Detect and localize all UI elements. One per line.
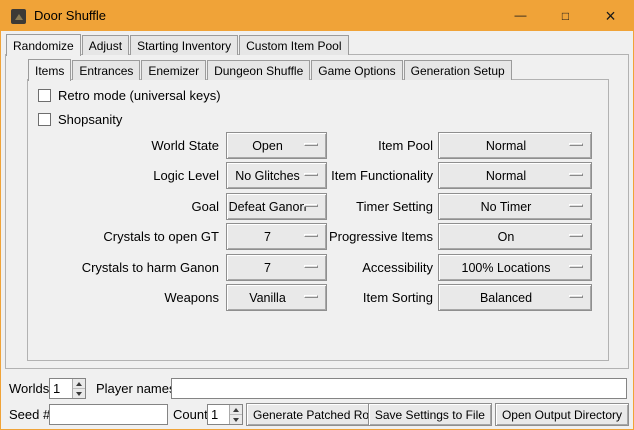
weapons-label: Weapons (31, 284, 219, 311)
player-names-label: Player names (96, 378, 175, 399)
retro-mode-row: Retro mode (universal keys) (38, 88, 221, 103)
dropdown-value: Normal (482, 169, 548, 183)
shopsanity-label: Shopsanity (58, 112, 122, 127)
tab-adjust[interactable]: Adjust (82, 35, 129, 55)
timer-setting-label: Timer Setting (301, 193, 433, 220)
item-pool-dropdown[interactable]: Normal (438, 132, 592, 159)
shopsanity-row: Shopsanity (38, 112, 122, 127)
count-spinbox[interactable]: 1 (207, 404, 243, 425)
item-functionality-label: Item Functionality (301, 162, 433, 189)
item-functionality-dropdown[interactable]: Normal (438, 162, 592, 189)
spin-up-icon (233, 408, 239, 412)
spin-arrows (229, 405, 242, 424)
dropdown-value: Vanilla (245, 291, 308, 305)
door-shuffle-window: Door Shuffle — □ × Randomize Adjust Star… (0, 0, 634, 430)
dropdown-value: Normal (482, 139, 548, 153)
spin-arrows (72, 379, 85, 398)
window-controls: — □ × (498, 1, 633, 31)
dropdown-indicator-icon (569, 234, 583, 237)
worlds-value: 1 (50, 379, 72, 398)
dropdown-value: No Timer (477, 200, 554, 214)
dropdown-value: 7 (260, 230, 293, 244)
worlds-label: Worlds (9, 378, 49, 399)
logic-level-label: Logic Level (31, 162, 219, 189)
dropdown-indicator-icon (569, 143, 583, 146)
crystals-ganon-label: Crystals to harm Ganon (31, 254, 219, 281)
item-sorting-dropdown[interactable]: Balanced (438, 284, 592, 311)
maximize-button[interactable]: □ (543, 1, 588, 31)
tab-dungeon-shuffle[interactable]: Dungeon Shuffle (207, 60, 310, 80)
world-state-label: World State (31, 132, 219, 159)
maximize-icon: □ (562, 10, 569, 22)
save-settings-button[interactable]: Save Settings to File (368, 403, 492, 426)
goal-label: Goal (31, 193, 219, 220)
dropdown-value: 7 (260, 261, 293, 275)
dropdown-value: Balanced (476, 291, 554, 305)
spin-down-icon (76, 392, 82, 396)
dropdown-indicator-icon (569, 173, 583, 176)
worlds-spin-up-button[interactable] (73, 379, 85, 389)
app-icon (11, 9, 26, 24)
dropdown-value: Open (248, 139, 305, 153)
count-spin-up-button[interactable] (230, 405, 242, 415)
tab-randomize[interactable]: Randomize (6, 34, 81, 56)
count-value: 1 (208, 405, 229, 424)
shopsanity-checkbox[interactable] (38, 113, 51, 126)
main-tabbar: Randomize Adjust Starting Inventory Cust… (6, 34, 350, 55)
bottom-right-buttons: Save Settings to File Open Output Direct… (368, 403, 629, 426)
count-spin-down-button[interactable] (230, 415, 242, 424)
retro-mode-label: Retro mode (universal keys) (58, 88, 221, 103)
progressive-items-label: Progressive Items (301, 223, 433, 250)
spin-up-icon (76, 382, 82, 386)
close-icon: × (605, 7, 616, 25)
seed-label: Seed # (9, 404, 50, 425)
tab-entrances[interactable]: Entrances (72, 60, 140, 80)
minimize-button[interactable]: — (498, 1, 543, 31)
generate-patched-rom-button[interactable]: Generate Patched Rom (246, 403, 386, 426)
crystals-gt-label: Crystals to open GT (31, 223, 219, 250)
tab-items[interactable]: Items (28, 59, 71, 81)
progressive-items-dropdown[interactable]: On (438, 223, 592, 250)
tab-game-options[interactable]: Game Options (311, 60, 402, 80)
timer-setting-dropdown[interactable]: No Timer (438, 193, 592, 220)
window-title: Door Shuffle (34, 1, 106, 31)
dropdown-value: On (494, 230, 537, 244)
accessibility-label: Accessibility (301, 254, 433, 281)
close-button[interactable]: × (588, 1, 633, 31)
titlebar: Door Shuffle — □ × (1, 1, 633, 31)
dropdown-indicator-icon (569, 265, 583, 268)
dropdown-indicator-icon (569, 295, 583, 298)
worlds-spinbox[interactable]: 1 (49, 378, 86, 399)
accessibility-dropdown[interactable]: 100% Locations (438, 254, 592, 281)
sub-tabbar: Items Entrances Enemizer Dungeon Shuffle… (28, 59, 513, 80)
open-output-directory-button[interactable]: Open Output Directory (495, 403, 629, 426)
tab-generation-setup[interactable]: Generation Setup (404, 60, 512, 80)
tab-enemizer[interactable]: Enemizer (141, 60, 206, 80)
worlds-spin-down-button[interactable] (73, 389, 85, 398)
tab-starting-inventory[interactable]: Starting Inventory (130, 35, 238, 55)
dropdown-value: 100% Locations (458, 261, 573, 275)
item-sorting-label: Item Sorting (301, 284, 433, 311)
item-pool-label: Item Pool (301, 132, 433, 159)
tab-custom-item-pool[interactable]: Custom Item Pool (239, 35, 348, 55)
dropdown-indicator-icon (569, 204, 583, 207)
spin-down-icon (233, 418, 239, 422)
player-names-input[interactable] (171, 378, 627, 399)
count-label: Count (173, 404, 208, 425)
minimize-icon: — (515, 9, 527, 21)
seed-input[interactable] (49, 404, 168, 425)
retro-mode-checkbox[interactable] (38, 89, 51, 102)
